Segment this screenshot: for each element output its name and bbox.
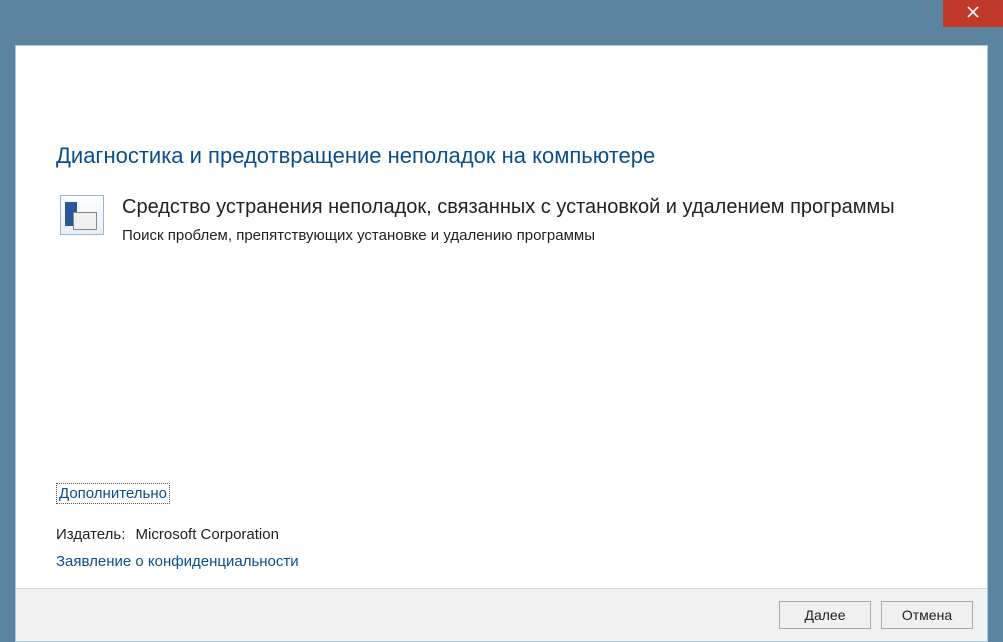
recommendation-description: Поиск проблем, препятствующих установке … [122,227,947,244]
close-icon [967,5,979,23]
publisher-label: Издатель: [56,526,125,543]
content-heading: Диагностика и предотвращение неполадок н… [56,143,947,169]
footer-bar: Далее Отмена [16,588,987,641]
privacy-link[interactable]: Заявление о конфиденциальности [56,553,299,570]
next-button[interactable]: Далее [779,601,871,629]
header-placeholder [16,46,987,111]
advanced-link[interactable]: Дополнительно [56,483,170,504]
content-area: Диагностика и предотвращение неполадок н… [16,111,987,588]
close-button[interactable] [943,0,1003,27]
recommendation-title: Средство устранения неполадок, связанных… [122,193,947,221]
spacer [56,244,947,483]
publisher-row: Издатель: Microsoft Corporation [56,526,947,543]
wizard-window: Средство устранения неполадок, связанных… [0,0,1003,642]
monitor-tool-icon [60,195,104,235]
next-button-rest: алее [814,607,846,623]
cancel-button[interactable]: Отмена [881,601,973,629]
recommendation-row: Средство устранения неполадок, связанных… [60,193,947,244]
publisher-value: Microsoft Corporation [136,526,279,543]
wizard-frame: Диагностика и предотвращение неполадок н… [15,45,988,642]
recommendation-text: Средство устранения неполадок, связанных… [122,193,947,244]
next-button-mnemonic: Д [804,607,813,623]
